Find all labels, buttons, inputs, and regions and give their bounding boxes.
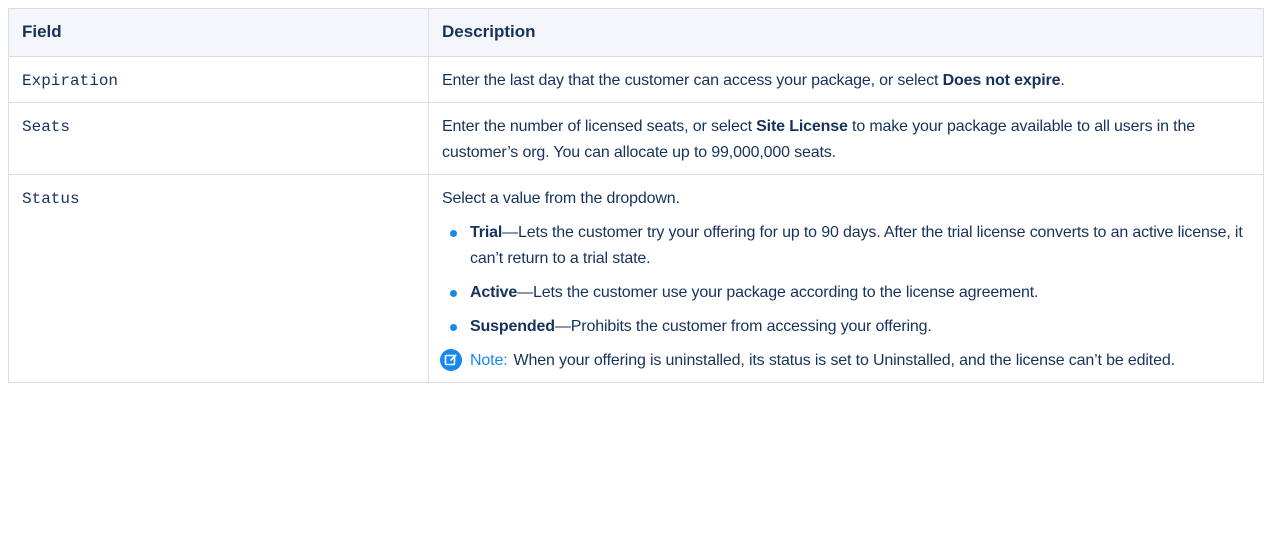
desc-bold: Site License: [756, 118, 848, 135]
desc-text: .: [1060, 72, 1065, 89]
description-cell: Enter the number of licensed seats, or s…: [428, 102, 1264, 175]
table-header-row: Field Description: [8, 8, 1264, 57]
header-description: Description: [428, 8, 1264, 57]
bullet-icon: [450, 230, 457, 237]
fields-table: Field Description Expiration Enter the l…: [8, 8, 1264, 383]
note-text: When your offering is uninstalled, its s…: [513, 352, 1176, 369]
status-term: Trial: [470, 224, 503, 241]
note-callout: Note: When your offering is uninstalled, …: [440, 348, 1251, 374]
desc-text: Enter the number of licensed seats, or s…: [442, 118, 757, 135]
note-label: Note:: [470, 352, 508, 369]
description-cell: Select a value from the dropdown. Trial—…: [428, 174, 1264, 383]
status-text: —Lets the customer try your offering for…: [470, 224, 1243, 267]
field-cell: Expiration: [8, 56, 429, 103]
status-text: —Lets the customer use your package acco…: [517, 284, 1039, 301]
desc-bold: Does not expire: [942, 72, 1061, 89]
list-item: Active—Lets the customer use your packag…: [442, 280, 1251, 306]
edit-icon: [440, 349, 462, 371]
description-cell: Enter the last day that the customer can…: [428, 56, 1264, 103]
list-item: Trial—Lets the customer try your offerin…: [442, 220, 1251, 272]
bullet-icon: [450, 324, 457, 331]
desc-text: Enter the last day that the customer can…: [442, 72, 943, 89]
table-row: Expiration Enter the last day that the c…: [8, 56, 1264, 103]
status-text: —Prohibits the customer from accessing y…: [554, 318, 932, 335]
status-intro: Select a value from the dropdown.: [442, 190, 680, 207]
status-list: Trial—Lets the customer try your offerin…: [442, 220, 1251, 340]
status-term: Active: [470, 284, 518, 301]
table-row: Seats Enter the number of licensed seats…: [8, 102, 1264, 175]
table-row: Status Select a value from the dropdown.…: [8, 174, 1264, 383]
header-field: Field: [8, 8, 429, 57]
bullet-icon: [450, 290, 457, 297]
status-term: Suspended: [470, 318, 555, 335]
field-cell: Seats: [8, 102, 429, 175]
field-cell: Status: [8, 174, 429, 383]
list-item: Suspended—Prohibits the customer from ac…: [442, 314, 1251, 340]
